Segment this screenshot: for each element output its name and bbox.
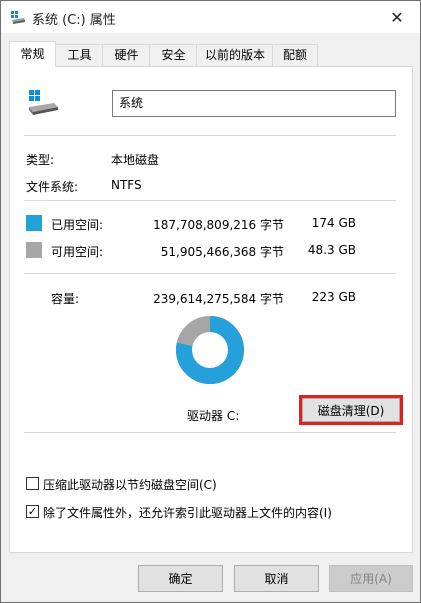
drive-name-input[interactable]: 系统	[112, 90, 396, 117]
properties-window: 系统 (C:) 属性 ✕ 常规 工具 硬件 安全 以前的版本 配额 系统 类型:…	[0, 0, 421, 603]
type-value: 本地磁盘	[111, 153, 160, 167]
divider	[24, 432, 396, 433]
title-bar: 系统 (C:) 属性 ✕	[1, 1, 420, 33]
capacity-size: 223 GB	[311, 290, 356, 304]
capacity-bytes: 239,614,275,584 字节	[153, 292, 284, 306]
cleanup-highlight-box	[299, 395, 403, 425]
index-label[interactable]: 除了文件属性外，还允许索引此驱动器上文件的内容(I)	[43, 504, 332, 521]
checkmark-icon: ✓	[27, 505, 38, 518]
general-panel: 系统 类型: 本地磁盘 文件系统: NTFS 已用空间: 187,708,809…	[9, 66, 413, 553]
cancel-button[interactable]: 取消	[234, 565, 319, 592]
free-space-swatch	[26, 242, 42, 258]
type-label: 类型:	[26, 153, 55, 167]
drive-letter-label: 驱动器 C:	[187, 409, 240, 423]
file-system-value: NTFS	[111, 178, 142, 192]
close-button[interactable]: ✕	[374, 1, 420, 33]
ok-button[interactable]: 确定	[138, 565, 223, 592]
apply-button[interactable]: 应用(A)	[329, 565, 413, 592]
used-space-size: 174 GB	[311, 216, 356, 230]
window-title: 系统 (C:) 属性	[32, 13, 116, 28]
index-checkbox[interactable]: ✓	[26, 505, 39, 518]
used-space-swatch	[26, 215, 42, 231]
tab-security[interactable]: 安全	[149, 44, 198, 66]
divider	[24, 200, 396, 201]
tab-hardware[interactable]: 硬件	[102, 44, 151, 66]
tab-tools[interactable]: 工具	[55, 44, 104, 66]
divider	[24, 273, 396, 274]
drive-icon	[11, 11, 25, 24]
file-system-label: 文件系统:	[26, 180, 79, 194]
tab-quota[interactable]: 配额	[272, 44, 318, 66]
compress-checkbox[interactable]	[26, 477, 39, 490]
close-icon: ✕	[390, 7, 404, 27]
usage-donut-chart	[176, 316, 244, 384]
divider	[24, 135, 396, 136]
tab-previous-versions[interactable]: 以前的版本	[196, 44, 274, 66]
used-space-bytes: 187,708,809,216 字节	[153, 218, 284, 232]
free-space-size: 48.3 GB	[307, 243, 356, 257]
tab-general[interactable]: 常规	[9, 41, 56, 67]
free-space-bytes: 51,905,466,368 字节	[160, 245, 284, 259]
capacity-label: 容量:	[51, 292, 80, 306]
drive-icon	[29, 90, 58, 115]
used-space-label: 已用空间:	[51, 218, 104, 232]
compress-label[interactable]: 压缩此驱动器以节约磁盘空间(C)	[43, 476, 217, 493]
free-space-label: 可用空间:	[51, 245, 104, 259]
